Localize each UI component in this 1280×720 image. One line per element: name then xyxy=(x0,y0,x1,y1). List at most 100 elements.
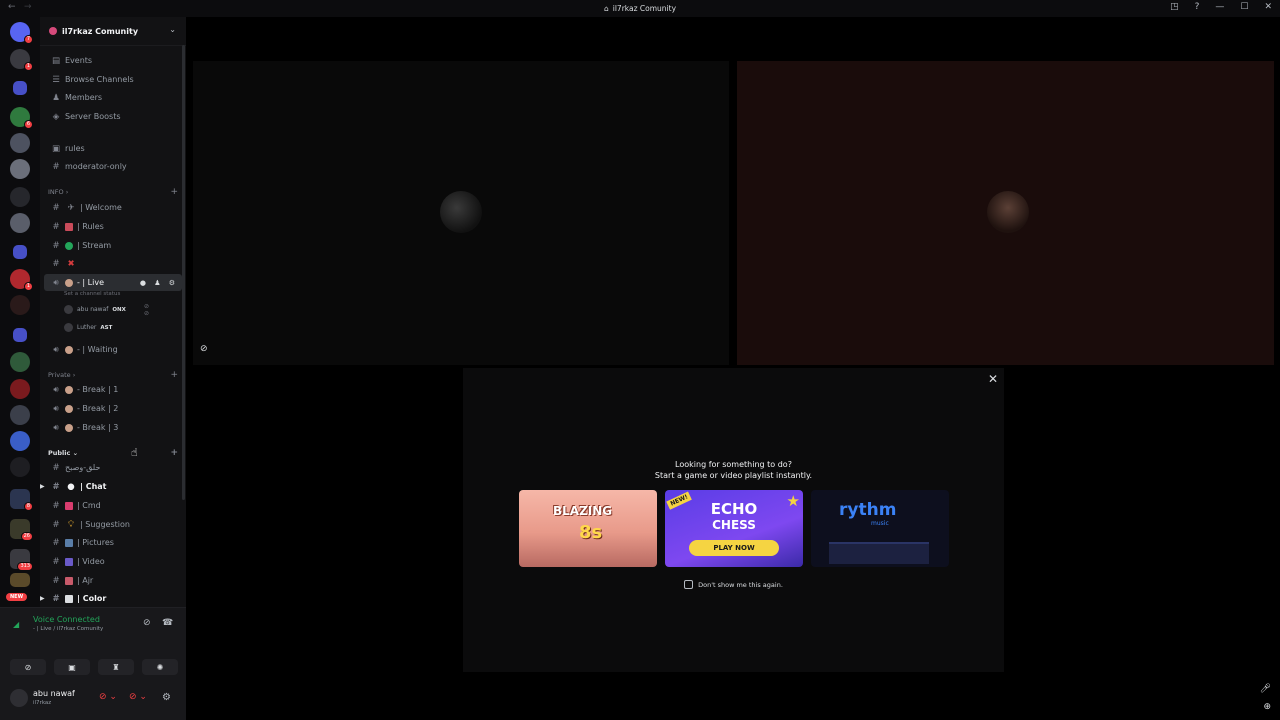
flag-icon xyxy=(65,576,73,585)
folder-icon[interactable] xyxy=(13,81,27,95)
channel-video[interactable]: # | Video xyxy=(44,553,182,570)
participant-tile[interactable] xyxy=(737,61,1274,365)
disconnect-icon[interactable]: ☎ xyxy=(162,618,173,628)
server-icon[interactable] xyxy=(10,295,30,315)
channel-moderator-only[interactable]: # moderator-only xyxy=(44,158,182,175)
voice-channel-break-1[interactable]: 🔊︎ - Break | 1 xyxy=(44,381,182,398)
microphone-icon[interactable]: 🎤︎ xyxy=(1260,684,1271,694)
gear-icon[interactable]: ⚙ xyxy=(162,692,171,703)
help-icon[interactable]: ? xyxy=(1195,2,1200,12)
maximize-button[interactable]: ☐ xyxy=(1240,2,1248,12)
folder-icon[interactable]: 8 xyxy=(10,489,33,511)
server-icon[interactable] xyxy=(10,159,30,179)
channel-tools-icon[interactable]: ● ♟ ⚙ xyxy=(140,279,178,287)
server-icon[interactable] xyxy=(10,431,30,451)
channel-pictures[interactable]: # | Pictures xyxy=(44,534,182,551)
channel-ajr[interactable]: # | Ajr xyxy=(44,572,182,589)
set-channel-status[interactable]: Set a channel status xyxy=(64,291,120,297)
back-arrow-icon[interactable]: ← xyxy=(8,2,16,12)
nav-server-boosts[interactable]: ◈ Server Boosts xyxy=(44,108,182,125)
new-badge[interactable]: NEW xyxy=(6,593,28,601)
activity-heading: Looking for something to do? xyxy=(675,460,792,469)
dont-show-again[interactable]: Don't show me this again. xyxy=(463,580,1004,589)
hash-icon: # xyxy=(52,240,60,251)
channel-color[interactable]: ▶ # | Color xyxy=(40,590,182,607)
server-icon[interactable] xyxy=(10,573,30,587)
channel-stream[interactable]: # | Stream xyxy=(44,237,182,254)
voice-user[interactable]: Luther AST xyxy=(64,323,112,332)
camera-off-button[interactable]: ⊘ xyxy=(10,659,46,675)
activity-icon[interactable]: ⊕ xyxy=(1263,702,1271,712)
user-name[interactable]: abu nawaf xyxy=(33,689,75,698)
category-private[interactable]: Private › + xyxy=(48,370,178,380)
server-icon[interactable] xyxy=(10,379,30,399)
participant-tile[interactable] xyxy=(193,61,729,365)
add-channel-icon[interactable]: + xyxy=(170,187,178,197)
voice-channel-break-3[interactable]: 🔊︎ - Break | 3 xyxy=(44,419,182,436)
noise-suppression-icon[interactable]: ⊘ xyxy=(143,618,151,628)
voice-channel-live[interactable]: 🔊︎ - | Live ● ♟ ⚙ xyxy=(44,274,182,291)
folder-icon[interactable] xyxy=(13,328,27,342)
mic-muted-icon[interactable]: ⊘ ⌄ xyxy=(99,692,117,702)
channel-unnamed[interactable]: # ✖ xyxy=(44,255,182,272)
caret-right-icon[interactable]: ▶ xyxy=(40,595,45,602)
server-icon[interactable] xyxy=(10,213,30,233)
folder-icon[interactable] xyxy=(13,245,27,259)
caret-right-icon[interactable]: ▶ xyxy=(40,483,45,490)
add-channel-icon[interactable]: + xyxy=(170,448,178,458)
screen-share-button[interactable]: ▣ xyxy=(54,659,90,675)
category-info[interactable]: INFO › + xyxy=(48,187,178,197)
channel-arabic[interactable]: # حلق-وصبح xyxy=(44,459,182,476)
channel-chat[interactable]: ▶ # ● | Chat xyxy=(40,478,182,495)
avatar xyxy=(987,191,1029,233)
members-icon: ♟ xyxy=(52,92,60,103)
voice-status[interactable]: Voice Connected xyxy=(33,615,100,624)
minimize-button[interactable]: — xyxy=(1215,2,1224,12)
voice-channel-waiting[interactable]: 🔊︎ - | Waiting xyxy=(44,341,182,358)
home-icon[interactable]: 7 xyxy=(10,22,33,44)
nav-members[interactable]: ♟ Members xyxy=(44,89,182,106)
headphones-deafened-icon[interactable]: ⊘ ⌄ xyxy=(129,692,147,702)
voice-channel-break-2[interactable]: 🔊︎ - Break | 2 xyxy=(44,400,182,417)
channel-welcome[interactable]: # ✈ | Welcome xyxy=(44,199,182,216)
activity-card-blazing-8s[interactable]: BLAZING 8s xyxy=(519,490,657,567)
close-button[interactable]: ✕ xyxy=(1264,2,1272,12)
activity-card-rythm[interactable]: rythm music xyxy=(811,490,949,567)
activity-button[interactable]: ♜ xyxy=(98,659,134,675)
channel-rules[interactable]: ▣ rules xyxy=(44,140,182,157)
channel-rules-text[interactable]: # | Rules xyxy=(44,218,182,235)
nav-browse-channels[interactable]: ☰ Browse Channels xyxy=(44,71,182,88)
folder-icon[interactable]: 26 xyxy=(10,519,33,541)
checkbox[interactable] xyxy=(684,580,694,589)
boost-icon: ◈ xyxy=(52,111,60,122)
avatar[interactable] xyxy=(10,689,28,707)
server-header[interactable]: il7rkaz Comunity ⌄ xyxy=(40,17,186,46)
signal-icon[interactable]: ◢ xyxy=(13,620,19,629)
scrollbar[interactable] xyxy=(182,45,185,500)
server-icon[interactable] xyxy=(10,457,30,477)
forward-arrow-icon[interactable]: → xyxy=(24,2,32,12)
server-icon[interactable] xyxy=(10,187,30,207)
close-icon[interactable]: ✕ xyxy=(988,372,998,386)
server-icon[interactable]: 6 xyxy=(10,107,33,129)
play-now-button[interactable]: PLAY NOW xyxy=(689,540,779,556)
add-channel-icon[interactable]: + xyxy=(170,370,178,380)
activity-card-echo-chess[interactable]: NEW! ★ ECHO CHESS PLAY NOW xyxy=(665,490,803,567)
server-icon[interactable] xyxy=(10,133,30,153)
server-icon[interactable]: 1 xyxy=(10,49,33,71)
muted-icon: ⊘ ⊘ xyxy=(144,302,150,317)
voice-location[interactable]: - | Live / il7rkaz Comunity xyxy=(33,626,103,632)
category-public[interactable]: Public ⌄ + xyxy=(48,448,178,458)
server-icon[interactable] xyxy=(10,352,30,372)
server-icon[interactable] xyxy=(10,405,30,425)
server-icon[interactable]: 1 xyxy=(10,269,33,291)
soundboard-button[interactable]: ✺ xyxy=(142,659,178,675)
folder-icon[interactable]: 313 xyxy=(10,549,33,571)
chevron-down-icon[interactable]: ⌄ xyxy=(169,25,176,34)
channel-sidebar: il7rkaz Comunity ⌄ ▤ Events ☰ Browse Chann… xyxy=(40,17,186,607)
inbox-icon[interactable]: ◳ xyxy=(1170,2,1179,12)
voice-user[interactable]: abu nawaf ONX ⊘ ⊘ xyxy=(64,303,149,317)
channel-cmd[interactable]: # | Cmd xyxy=(44,497,182,514)
nav-events[interactable]: ▤ Events xyxy=(44,52,182,69)
channel-suggestion[interactable]: # 💡︎ | Suggestion xyxy=(44,516,182,533)
